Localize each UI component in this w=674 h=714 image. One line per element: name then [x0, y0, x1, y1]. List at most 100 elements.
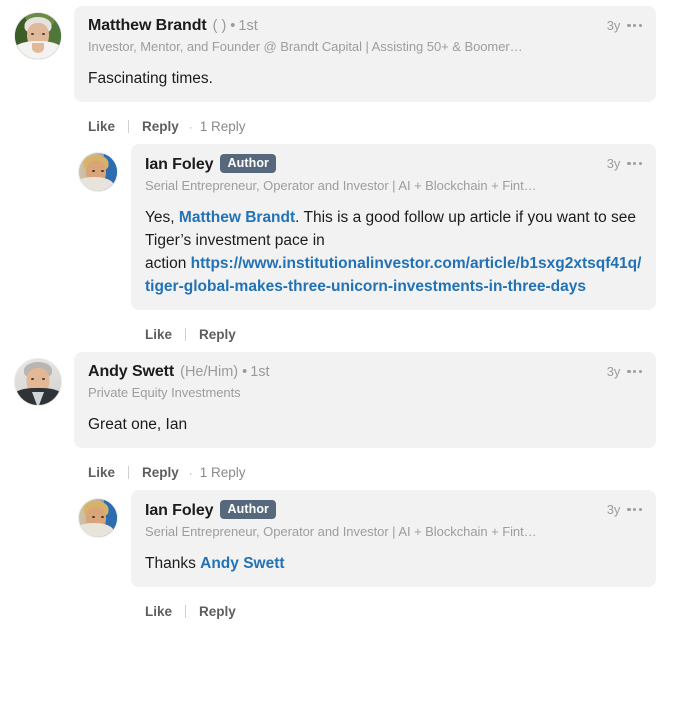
comment-content: Matthew Brandt ( ) • 1st Investor, Mentor, a…: [74, 6, 656, 140]
commenter-headline: Serial Entrepreneur, Operator and Invest…: [145, 178, 537, 193]
commenter-name-line: Matthew Brandt ( ) • 1st: [88, 16, 597, 36]
comment-text: Thanks Andy Swett: [145, 555, 285, 572]
commenter-headline: Private Equity Investments: [88, 385, 241, 400]
comment-meta: 3y: [607, 500, 642, 517]
comment-reply: Ian Foley Author Serial Entrepreneur, Oper…: [0, 144, 674, 348]
comment-age: 3y: [606, 18, 621, 33]
comment-age: 3y: [606, 364, 621, 379]
comment-header: Ian Foley Author Serial Entrepreneur, Oper…: [145, 154, 642, 195]
like-button[interactable]: Like: [145, 604, 172, 619]
more-dot: [638, 161, 642, 166]
more-dot: [627, 369, 631, 374]
comment-bubble: Ian Foley Author Serial Entrepreneur, Oper…: [131, 490, 656, 587]
avatar-shape-shirt: [79, 177, 115, 191]
commenter-name-line: Ian Foley Author: [145, 500, 597, 521]
comment-meta: 3y: [607, 154, 642, 171]
reply-button[interactable]: Reply: [199, 327, 236, 342]
comment-meta: 3y: [607, 362, 642, 379]
comment-header: Andy Swett (He/Him) • 1st Private Equity Inv…: [88, 362, 642, 402]
commenter-name-line: Andy Swett (He/Him) • 1st: [88, 362, 597, 382]
action-divider: [185, 605, 187, 618]
avatar-shape-eyer: [101, 170, 104, 172]
action-divider: [185, 328, 187, 341]
ian-foley-avatar[interactable]: [78, 498, 118, 538]
matthew-brandt-avatar[interactable]: [14, 12, 62, 60]
avatar-portrait: [79, 499, 117, 537]
reply-button[interactable]: Reply: [142, 465, 179, 480]
more-dot: [633, 369, 637, 374]
commenter-headline: Serial Entrepreneur, Operator and Invest…: [145, 524, 537, 539]
commenter-identity: Andy Swett (He/Him) • 1st Private Equity Inv…: [88, 362, 607, 402]
avatar-shape-shirt: [79, 523, 115, 537]
author-badge: Author: [220, 154, 277, 173]
commenter-name[interactable]: Ian Foley: [145, 502, 214, 519]
avatar-container: [14, 352, 62, 406]
avatar-shape-eyer: [42, 33, 45, 35]
avatar-shape-eyel: [92, 516, 95, 518]
reply-button[interactable]: Reply: [199, 604, 236, 619]
connection-degree: 1st: [238, 18, 258, 34]
more-dot: [638, 369, 642, 374]
avatar-shape-eyel: [31, 378, 34, 380]
comment-top-level: Andy Swett (He/Him) • 1st Private Equity Inv…: [0, 352, 674, 486]
commenter-identity: Matthew Brandt ( ) • 1st Investor, Mentor, a…: [88, 16, 607, 56]
more-dot: [627, 23, 631, 28]
like-button[interactable]: Like: [145, 327, 172, 342]
user-mention[interactable]: Matthew Brandt: [179, 209, 295, 226]
comment-link[interactable]: https://www.institutionalinvestor.com/ar…: [145, 255, 641, 295]
commenter-identity: Ian Foley Author Serial Entrepreneur, Oper…: [145, 500, 607, 541]
commenter-name-line: Ian Foley Author: [145, 154, 597, 175]
action-divider: [128, 466, 130, 479]
more-dot: [638, 23, 642, 28]
author-badge: Author: [220, 500, 277, 519]
comment-content: Andy Swett (He/Him) • 1st Private Equity Inv…: [74, 352, 656, 486]
comment-age: 3y: [606, 502, 621, 517]
like-button[interactable]: Like: [88, 119, 115, 134]
andy-swett-avatar[interactable]: [14, 358, 62, 406]
ian-foley-avatar[interactable]: [78, 152, 118, 192]
reply-button[interactable]: Reply: [142, 119, 179, 134]
avatar-shape-eyel: [31, 33, 34, 35]
reply-count-link[interactable]: 1 Reply: [200, 119, 246, 134]
action-divider: [128, 120, 130, 133]
more-options-icon[interactable]: [627, 22, 642, 29]
comment-content: Ian Foley Author Serial Entrepreneur, Oper…: [131, 144, 656, 348]
avatar-portrait: [15, 13, 61, 59]
avatar-container: [78, 490, 118, 538]
commenter-identity: Ian Foley Author Serial Entrepreneur, Oper…: [145, 154, 607, 195]
more-options-icon[interactable]: [627, 506, 642, 513]
avatar-shape-eyer: [42, 378, 45, 380]
comment-text: Fascinating times.: [88, 70, 213, 87]
comment-meta: 3y: [607, 16, 642, 33]
like-button[interactable]: Like: [88, 465, 115, 480]
action-dot-separator: ·: [188, 119, 193, 134]
more-dot: [633, 507, 637, 512]
commenter-pronouns: (He/Him): [180, 364, 239, 380]
separator-dot: •: [242, 364, 248, 380]
avatar-container: [78, 144, 118, 192]
comment-actions: Like Reply · 1 Reply: [74, 102, 656, 140]
comments-thread: Matthew Brandt( ) • 1st Investor, Mentor, a…: [0, 0, 674, 625]
comment-bubble: Matthew Brandt ( ) • 1st Investor, Mentor, a…: [74, 6, 656, 102]
connection-degree: 1st: [250, 364, 270, 380]
separator-dot: •: [230, 18, 236, 34]
comment-bubble: Andy Swett (He/Him) • 1st Private Equity Inv…: [74, 352, 656, 448]
commenter-name[interactable]: Andy Swett: [88, 363, 174, 380]
commenter-name[interactable]: Ian Foley: [145, 156, 214, 173]
user-mention[interactable]: Andy Swett: [200, 555, 284, 572]
comment-actions: Like Reply: [131, 587, 656, 625]
more-options-icon[interactable]: [627, 160, 642, 167]
avatar-shape-eyer: [101, 516, 104, 518]
comment-actions: Like Reply: [131, 310, 656, 348]
comment-header: Matthew Brandt ( ) • 1st Investor, Mentor, a…: [88, 16, 642, 56]
comment-reply: Ian Foley Author Serial Entrepreneur, Oper…: [0, 490, 674, 625]
more-dot: [633, 23, 637, 28]
commenter-name[interactable]: Matthew Brandt: [88, 17, 207, 34]
avatar-shape-collar: [32, 43, 44, 53]
comment-text: Yes, Matthew Brandt. This is a good foll…: [145, 209, 642, 295]
comment-actions: Like Reply · 1 Reply: [74, 448, 656, 486]
more-options-icon[interactable]: [627, 368, 642, 375]
reply-count-link[interactable]: 1 Reply: [200, 465, 246, 480]
avatar-container: [14, 6, 62, 60]
comment-age: 3y: [606, 156, 621, 171]
